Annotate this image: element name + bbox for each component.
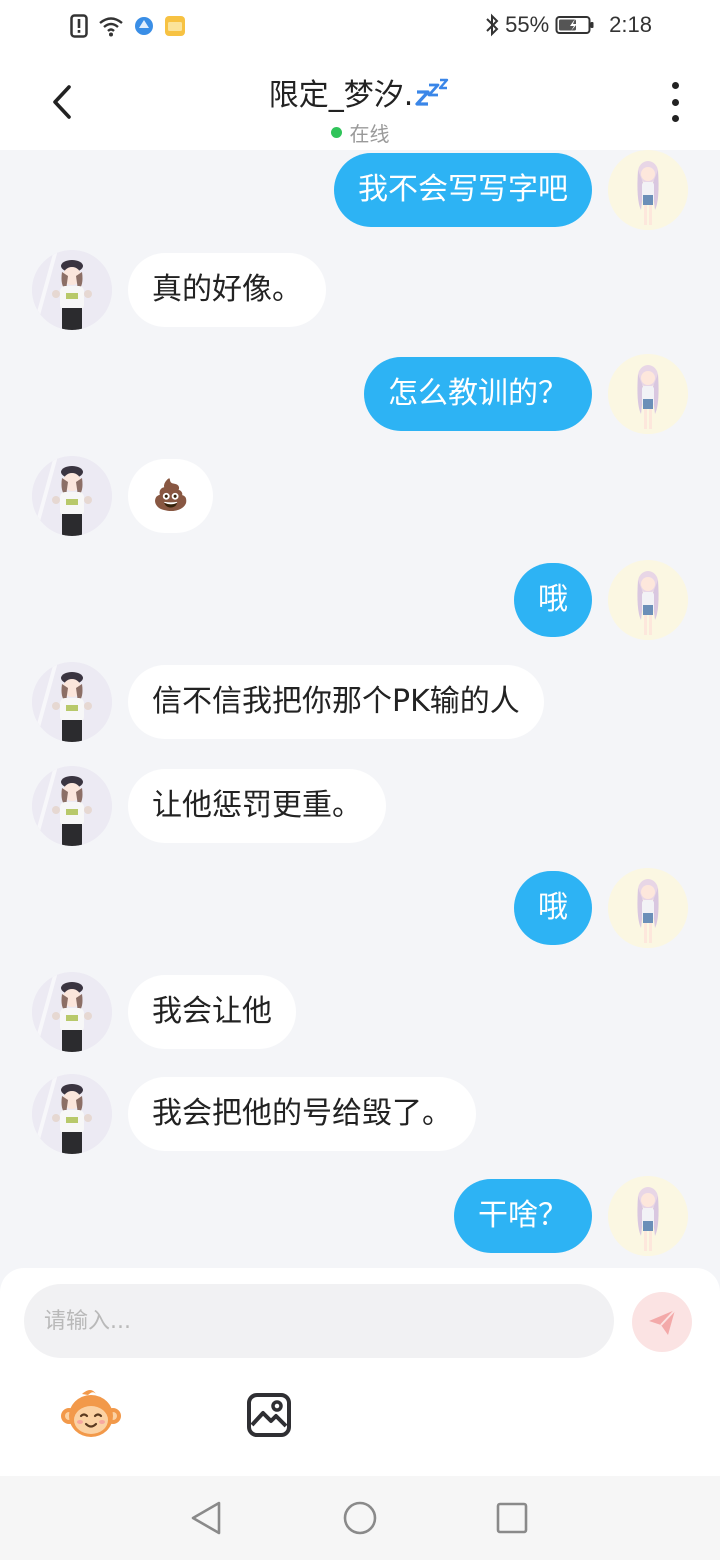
emoji-monkey-icon bbox=[61, 1390, 121, 1437]
image-button[interactable] bbox=[246, 1392, 292, 1438]
send-icon bbox=[649, 1309, 676, 1335]
message-row: 哦 bbox=[0, 560, 720, 642]
message-bubble-received[interactable]: 💩 bbox=[128, 459, 214, 533]
square-recents-icon bbox=[496, 1502, 528, 1534]
message-bubble-sent[interactable]: 干啥？ bbox=[454, 1179, 592, 1253]
bluetooth-icon bbox=[486, 13, 499, 37]
message-bubble-received[interactable]: 我会让他 bbox=[128, 975, 296, 1049]
my-avatar[interactable] bbox=[608, 560, 688, 640]
message-row: 哦 bbox=[0, 868, 720, 950]
circle-home-icon bbox=[343, 1501, 377, 1535]
nav-back-button[interactable] bbox=[184, 1496, 228, 1540]
message-row: 我会把他的号给毁了。 bbox=[0, 1074, 720, 1156]
contact-avatar[interactable] bbox=[32, 662, 112, 742]
my-avatar[interactable] bbox=[608, 354, 688, 434]
online-status: 在线 bbox=[330, 118, 390, 147]
contact-avatar[interactable] bbox=[32, 456, 112, 536]
battery-percent: 55% bbox=[505, 12, 550, 37]
emoji-button[interactable] bbox=[60, 1386, 122, 1442]
more-dot bbox=[671, 98, 679, 106]
more-vertical-icon bbox=[671, 82, 679, 89]
message-row: 干啥？ bbox=[0, 1176, 720, 1258]
online-dot-icon bbox=[330, 127, 342, 138]
message-row: 💩 bbox=[0, 456, 720, 538]
message-bubble-sent[interactable]: 哦 bbox=[514, 563, 592, 637]
message-bubble-received[interactable]: 信不信我把你那个PK输的人 bbox=[128, 665, 544, 739]
my-avatar[interactable] bbox=[608, 868, 688, 948]
zzz-icon bbox=[415, 78, 449, 106]
clock: 2:18 bbox=[609, 12, 652, 37]
online-status-label: 在线 bbox=[349, 122, 390, 146]
status-bar: 55% 2:18 bbox=[0, 0, 720, 56]
message-bubble-received[interactable]: 我会把他的号给毁了。 bbox=[128, 1077, 476, 1151]
contact-avatar[interactable] bbox=[32, 250, 112, 330]
message-row: 真的好像。 bbox=[0, 250, 720, 332]
my-avatar[interactable] bbox=[608, 1176, 688, 1256]
contact-info: 限定_梦汐. 在线 bbox=[0, 70, 720, 147]
my-avatar[interactable] bbox=[608, 150, 688, 230]
message-bubble-sent[interactable]: 哦 bbox=[514, 871, 592, 945]
contact-avatar[interactable] bbox=[32, 972, 112, 1052]
triangle-back-icon bbox=[191, 1501, 221, 1535]
battery-icon bbox=[555, 16, 594, 34]
wifi-icon bbox=[99, 17, 123, 37]
image-icon bbox=[247, 1393, 291, 1437]
message-row: 信不信我把你那个PK输的人 bbox=[0, 662, 720, 744]
alert-icon bbox=[70, 14, 88, 38]
contact-name: 限定_梦汐. bbox=[268, 78, 414, 113]
message-bubble-sent[interactable]: 我不会写写字吧 bbox=[334, 153, 592, 227]
message-row: 我会让他 bbox=[0, 972, 720, 1054]
folder-app-icon bbox=[165, 16, 185, 36]
more-dot bbox=[671, 115, 679, 122]
message-bubble-sent[interactable]: 怎么教训的？ bbox=[364, 357, 592, 431]
nav-home-button[interactable] bbox=[338, 1496, 382, 1540]
more-options-button[interactable] bbox=[660, 82, 690, 122]
message-bubble-received[interactable]: 让他惩罚更重。 bbox=[128, 769, 386, 843]
chat-header: 限定_梦汐. 在线 bbox=[0, 56, 720, 150]
browser-app-icon bbox=[135, 17, 153, 35]
message-list[interactable]: 我不会写写字吧 真的好像。 怎么教训的？ 💩 哦 信不信我把你那个PK输的人 让… bbox=[0, 150, 720, 1268]
composer-panel bbox=[0, 1268, 720, 1476]
system-nav-bar bbox=[0, 1476, 720, 1560]
message-row: 让他惩罚更重。 bbox=[0, 766, 720, 848]
status-bar-system: 55% 2:18 bbox=[485, 12, 652, 38]
contact-avatar[interactable] bbox=[32, 766, 112, 846]
status-bar-notifications bbox=[70, 14, 186, 38]
message-row: 怎么教训的？ bbox=[0, 354, 720, 436]
message-row: 我不会写写字吧 bbox=[0, 150, 720, 232]
contact-name-wrap: 限定_梦汐. bbox=[269, 70, 452, 114]
message-bubble-received[interactable]: 真的好像。 bbox=[128, 253, 326, 327]
contact-avatar[interactable] bbox=[32, 1074, 112, 1154]
message-input[interactable] bbox=[24, 1284, 614, 1358]
send-button[interactable] bbox=[632, 1292, 692, 1352]
nav-recents-button[interactable] bbox=[490, 1496, 534, 1540]
